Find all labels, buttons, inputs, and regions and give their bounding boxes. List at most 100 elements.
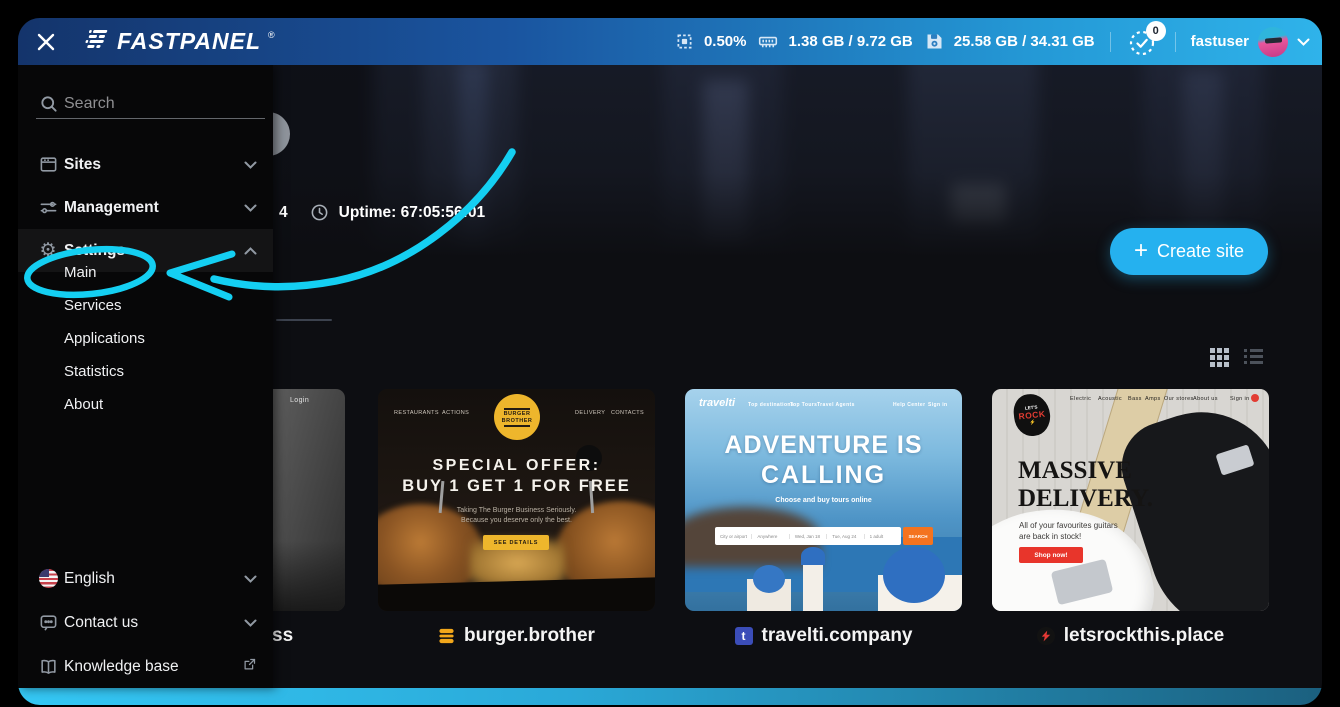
travelti-search-bar: City or airport Anywhere Wed, Jan 18 Tue… (715, 527, 901, 545)
notifications-count-badge: 0 (1146, 21, 1166, 41)
letsrock-nav-3: Bass (1128, 396, 1142, 402)
site-card-travelti[interactable]: travelti Top destinations Top Tours Trav… (685, 389, 962, 611)
ram-stat: 1.38 GB / 9.72 GB (757, 31, 912, 52)
user-menu[interactable]: fastuser (1191, 27, 1310, 57)
server-stats-row: 4 Uptime: 67:05:56:01 (279, 203, 485, 222)
chevron-down-icon (244, 614, 257, 632)
travelti-dome-2 (753, 565, 785, 593)
notifications-button[interactable]: 0 (1126, 25, 1160, 59)
ram-icon (757, 31, 779, 52)
sidebar-item-language[interactable]: English (18, 557, 273, 600)
fastpanel-logo-icon (84, 28, 110, 51)
bottom-accent-strip (18, 688, 1322, 705)
close-menu-icon[interactable] (34, 30, 58, 54)
letsrock-badge: LET'S ROCK ⚡ (1012, 392, 1052, 438)
username: fastuser (1191, 33, 1249, 50)
sidebar: Sites Management ⚙ Settings Main Service… (18, 65, 273, 688)
us-flag-icon (38, 569, 58, 589)
burger-logo: BURGER BROTHER (494, 394, 540, 440)
stat-partial-value: 4 (279, 204, 288, 222)
uptime-value: Uptime: 67:05:56:01 (339, 204, 485, 222)
burger-sub-2: Because you deserve only the best. (378, 517, 655, 524)
create-site-button[interactable]: + Create site (1110, 228, 1268, 275)
fastpanel-logo[interactable]: FASTPANEL ® (84, 28, 275, 55)
list-view-icon[interactable] (1244, 348, 1263, 367)
burger-headline-2: BUY 1 GET 1 FOR FREE (378, 477, 655, 496)
travelti-nav-2: Top Tours (790, 402, 817, 408)
letsrock-favicon (1037, 627, 1055, 645)
cpu-icon (674, 31, 695, 52)
travelti-search-button: SEARCH (903, 527, 933, 545)
burger-nav-3: DELIVERY (575, 410, 605, 416)
letsrock-signin: Sign in (1230, 396, 1250, 402)
site-card-label[interactable]: t travelti.company (685, 621, 962, 651)
travelti-tower-dome (801, 547, 825, 565)
letsrock-sub-2: are back in stock! (1019, 532, 1081, 541)
travelti-headline-2: CALLING (685, 461, 962, 490)
site-card-label[interactable]: letsrockthis.place (992, 621, 1269, 651)
letsrock-cart-badge (1251, 394, 1259, 402)
chat-icon (38, 613, 58, 633)
travelti-nav-3: Travel Agents (817, 402, 855, 408)
site-card-burger[interactable]: BURGER BROTHER RESTAURANTS ACTIONS DELIV… (378, 389, 655, 611)
site-card-label[interactable]: ss (272, 621, 293, 651)
burger-nav-4: CONTACTS (611, 410, 644, 416)
travelti-sub: Choose and buy tours online (685, 497, 962, 504)
travelti-dome (883, 547, 945, 603)
sidebar-subitem-about[interactable]: About (18, 388, 273, 421)
travelti-nav-4: Help Center (893, 402, 925, 408)
sidebar-subitem-services[interactable]: Services (18, 289, 273, 322)
book-icon (38, 657, 58, 677)
letsrock-nav-6: About us (1193, 396, 1218, 402)
divider (1175, 32, 1176, 52)
letsrock-headline-1: MASSIVE (1018, 457, 1132, 485)
plus-icon: + (1134, 237, 1148, 265)
chevron-down-icon (244, 199, 257, 217)
topbar-right: 0.50% 1.38 GB / 9.72 GB 25.58 GB / 34.31… (674, 18, 1310, 65)
burger-nav-2: ACTIONS (442, 410, 469, 416)
chevron-down-icon (244, 570, 257, 588)
view-toggles (1210, 348, 1263, 367)
search-box (18, 89, 273, 129)
search-input[interactable] (64, 91, 244, 117)
site-card-letsrock[interactable]: LET'S ROCK ⚡ Electric Acoustic Bass Amps… (992, 389, 1269, 611)
sidebar-subitem-statistics[interactable]: Statistics (18, 355, 273, 388)
divider (1110, 32, 1111, 52)
clock-icon (310, 203, 329, 222)
travelti-favicon: t (735, 627, 753, 645)
sidebar-item-knowledge-base[interactable]: Knowledge base (18, 645, 273, 688)
letsrock-nav-1: Electric (1070, 396, 1091, 402)
letsrock-nav-5: Our stores (1164, 396, 1194, 402)
grid-view-icon[interactable] (1210, 348, 1229, 367)
letsrock-shop-button: Shop now! (1019, 547, 1083, 563)
sidebar-item-sites[interactable]: Sites (18, 143, 273, 186)
burger-headline-1: SPECIAL OFFER: (378, 457, 655, 475)
letsrock-nav-2: Acoustic (1098, 396, 1122, 402)
travelti-nav-1: Top destinations (748, 402, 794, 408)
management-icon (38, 198, 58, 218)
chevron-down-icon (1297, 38, 1310, 46)
disk-stat: 25.58 GB / 34.31 GB (924, 31, 1095, 52)
fitness-login: Login (290, 397, 309, 404)
sidebar-item-management[interactable]: Management (18, 186, 273, 229)
search-icon (39, 94, 59, 114)
search-underline (36, 118, 265, 119)
cpu-stat: 0.50% (674, 31, 747, 52)
sidebar-subitem-main[interactable]: Main (18, 256, 273, 289)
travelti-tower (803, 557, 823, 611)
letsrock-nav-4: Amps (1145, 396, 1161, 402)
sites-icon (38, 155, 58, 175)
tab-underline (276, 319, 332, 321)
external-link-icon (242, 657, 257, 677)
burger-see-details-button: SEE DETAILS (483, 535, 549, 550)
fastpanel-window: 4 Uptime: 67:05:56:01 + Create site (18, 18, 1322, 705)
sidebar-subitem-applications[interactable]: Applications (18, 322, 273, 355)
travelti-headline-1: ADVENTURE IS (685, 431, 962, 460)
travelti-nav-5: Sign in (928, 402, 947, 408)
letsrock-sub-1: All of your favourites guitars (1019, 521, 1118, 530)
letsrock-headline-2: DELIVERY. (1018, 485, 1153, 513)
sidebar-item-contact[interactable]: Contact us (18, 601, 273, 644)
avatar (1258, 27, 1288, 57)
travelti-logo: travelti (699, 397, 735, 409)
site-card-label[interactable]: burger.brother (378, 621, 655, 651)
